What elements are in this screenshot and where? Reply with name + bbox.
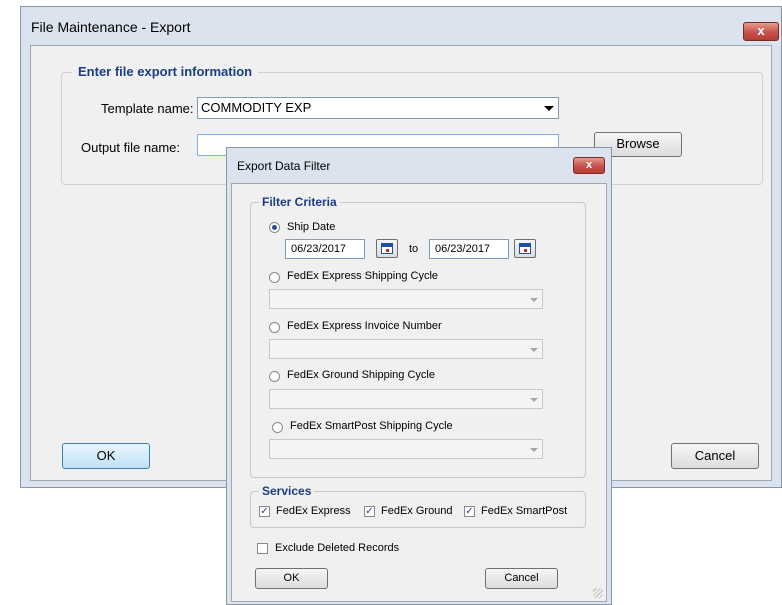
chevron-down-icon bbox=[530, 448, 538, 452]
express-invoice-number-label: FedEx Express Invoice Number bbox=[287, 320, 442, 332]
express-invoice-number-radio[interactable] bbox=[269, 322, 280, 333]
exclude-deleted-records-checkbox[interactable] bbox=[257, 543, 268, 554]
ok-button[interactable]: OK bbox=[62, 443, 150, 469]
template-name-label: Template name: bbox=[101, 101, 194, 116]
ship-date-from-calendar-button[interactable] bbox=[376, 239, 398, 258]
to-label: to bbox=[409, 243, 419, 255]
ship-date-from-input[interactable]: 06/23/2017 bbox=[285, 239, 365, 259]
chevron-down-icon bbox=[530, 398, 538, 402]
calendar-icon bbox=[381, 243, 393, 254]
calendar-icon bbox=[519, 243, 531, 254]
ground-shipping-cycle-select bbox=[269, 389, 543, 409]
ship-date-to-calendar-button[interactable] bbox=[514, 239, 536, 258]
close-icon: x bbox=[585, 159, 593, 171]
dialog-title: Export Data Filter bbox=[237, 159, 331, 173]
resize-grip-icon[interactable] bbox=[593, 588, 603, 598]
express-shipping-cycle-label: FedEx Express Shipping Cycle bbox=[287, 270, 439, 282]
dialog-close-button[interactable]: x bbox=[573, 157, 605, 174]
express-shipping-cycle-radio[interactable] bbox=[269, 272, 280, 283]
smartpost-shipping-cycle-select bbox=[269, 439, 543, 459]
express-shipping-cycle-select bbox=[269, 289, 543, 309]
ship-date-to-input[interactable]: 06/23/2017 bbox=[429, 239, 509, 259]
express-invoice-number-select bbox=[269, 339, 543, 359]
window-title: File Maintenance - Export bbox=[31, 19, 191, 35]
chevron-down-icon bbox=[530, 298, 538, 302]
dialog-ok-button[interactable]: OK bbox=[255, 568, 328, 589]
chevron-down-icon bbox=[530, 348, 538, 352]
ground-shipping-cycle-radio[interactable] bbox=[269, 371, 280, 382]
template-name-value: COMMODITY EXP bbox=[201, 100, 312, 115]
ship-date-radio[interactable] bbox=[269, 222, 280, 233]
dialog-client-area: Filter Criteria Ship Date 06/23/2017 to … bbox=[231, 183, 607, 602]
filter-criteria-title: Filter Criteria bbox=[259, 195, 340, 209]
fedex-ground-checkbox[interactable]: ✓ bbox=[364, 506, 375, 517]
exclude-deleted-records-label: Exclude Deleted Records bbox=[275, 542, 400, 554]
smartpost-shipping-cycle-label: FedEx SmartPost Shipping Cycle bbox=[290, 420, 453, 432]
export-info-group-title: Enter file export information bbox=[72, 64, 259, 79]
export-data-filter-dialog: Export Data Filter x Filter Criteria Shi… bbox=[226, 147, 612, 605]
filter-criteria-group: Filter Criteria Ship Date 06/23/2017 to … bbox=[250, 195, 586, 478]
template-name-select[interactable]: COMMODITY EXP bbox=[197, 97, 559, 119]
close-icon: x bbox=[757, 23, 765, 38]
fedex-smartpost-checkbox[interactable]: ✓ bbox=[464, 506, 475, 517]
close-button[interactable]: x bbox=[743, 22, 779, 41]
ship-date-label: Ship Date bbox=[287, 221, 336, 233]
ground-shipping-cycle-label: FedEx Ground Shipping Cycle bbox=[287, 369, 435, 381]
fedex-express-checkbox[interactable]: ✓ bbox=[259, 506, 270, 517]
cancel-button[interactable]: Cancel bbox=[671, 443, 759, 469]
smartpost-shipping-cycle-radio[interactable] bbox=[272, 422, 283, 433]
services-group: Services ✓ FedEx Express ✓ FedEx Ground … bbox=[250, 484, 586, 528]
dialog-cancel-button[interactable]: Cancel bbox=[485, 568, 558, 589]
fedex-smartpost-label: FedEx SmartPost bbox=[481, 505, 568, 517]
fedex-ground-label: FedEx Ground bbox=[381, 505, 453, 517]
chevron-down-icon bbox=[544, 106, 554, 111]
fedex-express-label: FedEx Express bbox=[276, 505, 351, 517]
services-title: Services bbox=[259, 484, 315, 498]
output-file-name-label: Output file name: bbox=[81, 140, 180, 155]
